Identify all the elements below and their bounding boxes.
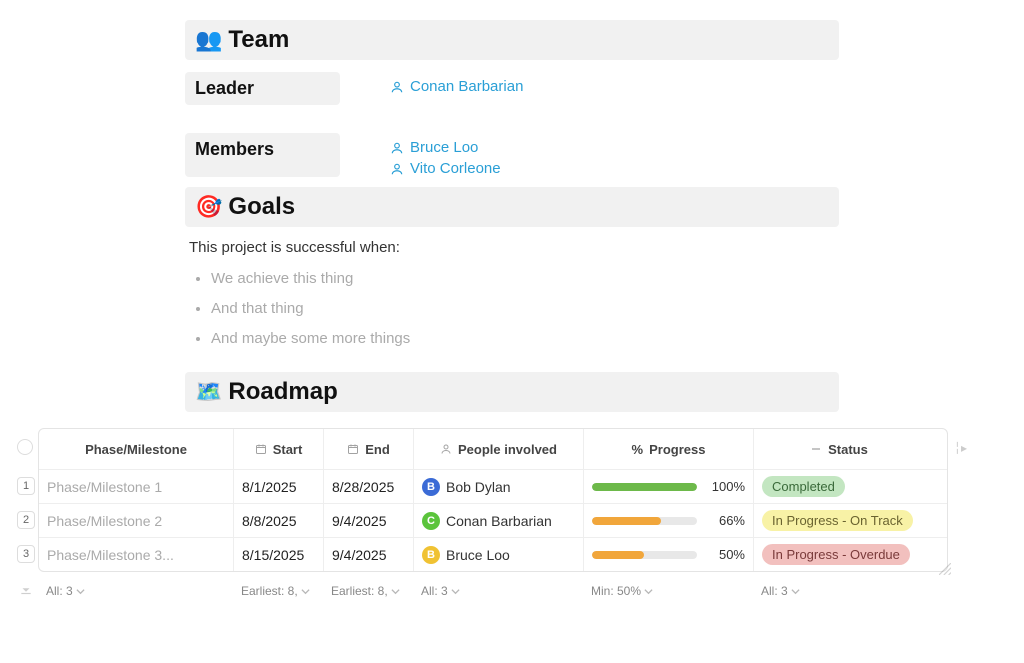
cell-end[interactable]: 9/4/2025 xyxy=(324,504,414,537)
col-people[interactable]: People involved xyxy=(414,429,584,469)
leader-label-box: Leader xyxy=(185,72,340,105)
table-row[interactable]: Phase/Milestone 3... 8/15/2025 9/4/2025 … xyxy=(39,537,947,571)
footer-end[interactable]: Earliest: 8, xyxy=(323,584,413,598)
section-goals-header: 🎯 Goals xyxy=(185,187,839,227)
col-status[interactable]: Status xyxy=(754,429,924,469)
cell-status[interactable]: In Progress - On Track xyxy=(754,504,924,537)
team-title: Team xyxy=(228,26,289,54)
progress-bar xyxy=(592,517,697,525)
select-all-circle[interactable] xyxy=(17,439,33,455)
resize-handle-icon[interactable] xyxy=(939,563,951,575)
person-name: Conan Barbarian xyxy=(446,513,552,529)
goal-item[interactable]: We achieve this thing xyxy=(211,264,839,294)
row-handle[interactable]: 1 xyxy=(17,477,35,495)
leader-label: Leader xyxy=(195,78,254,98)
chevron-down-icon xyxy=(451,587,460,596)
cell-phase[interactable]: Phase/Milestone 3... xyxy=(39,538,234,571)
status-pill: In Progress - On Track xyxy=(762,510,913,531)
chevron-down-icon xyxy=(644,587,653,596)
person-icon xyxy=(390,141,404,155)
status-pill: Completed xyxy=(762,476,845,497)
table-row[interactable]: Phase/Milestone 2 8/8/2025 9/4/2025 C Co… xyxy=(39,503,947,537)
footer-people[interactable]: All: 3 xyxy=(413,584,583,598)
leader-row: Leader Conan Barbarian xyxy=(185,72,839,105)
table-row[interactable]: Phase/Milestone 1 8/1/2025 8/28/2025 B B… xyxy=(39,469,947,503)
cell-end[interactable]: 8/28/2025 xyxy=(324,470,414,503)
members-label: Members xyxy=(195,139,274,159)
person-icon xyxy=(390,80,404,94)
cell-start[interactable]: 8/1/2025 xyxy=(234,470,324,503)
col-end[interactable]: End xyxy=(324,429,414,469)
percent-icon: % xyxy=(632,442,644,457)
avatar: B xyxy=(422,478,440,496)
col-progress[interactable]: % Progress xyxy=(584,429,754,469)
footer-phase[interactable]: All: 3 xyxy=(38,584,233,598)
members-label-box: Members xyxy=(185,133,340,177)
avatar: B xyxy=(422,546,440,564)
cell-start[interactable]: 8/8/2025 xyxy=(234,504,324,537)
chevron-down-icon xyxy=(791,587,800,596)
status-icon xyxy=(810,443,822,455)
roadmap-table: 1 2 3 ╎▸ Phase/Milestone Start End Peopl… xyxy=(38,428,948,572)
roadmap-emoji-icon: 🗺️ xyxy=(195,379,222,405)
progress-pct: 100% xyxy=(707,479,745,494)
goals-intro: This project is successful when: xyxy=(189,239,839,256)
leader-name: Conan Barbarian xyxy=(410,78,523,95)
goals-emoji-icon: 🎯 xyxy=(195,194,222,220)
expand-column-icon[interactable]: ╎▸ xyxy=(954,441,967,455)
person-name: Bruce Loo xyxy=(446,547,510,563)
table-footer: All: 3 Earliest: 8, Earliest: 8, All: 3 … xyxy=(38,572,948,602)
person-icon xyxy=(440,443,452,455)
cell-people[interactable]: B Bruce Loo xyxy=(414,538,584,571)
progress-pct: 66% xyxy=(707,513,745,528)
person-name: Bob Dylan xyxy=(446,479,511,495)
add-row-icon[interactable] xyxy=(19,583,33,597)
col-phase[interactable]: Phase/Milestone xyxy=(39,429,234,469)
cell-status[interactable]: In Progress - Overdue xyxy=(754,538,924,571)
cell-start[interactable]: 8/15/2025 xyxy=(234,538,324,571)
cell-status[interactable]: Completed xyxy=(754,470,924,503)
row-handle[interactable]: 3 xyxy=(17,545,35,563)
cell-progress[interactable]: 66% xyxy=(584,504,754,537)
goal-item[interactable]: And maybe some more things xyxy=(211,324,839,354)
person-icon xyxy=(390,162,404,176)
table-header: Phase/Milestone Start End People involve… xyxy=(39,429,947,469)
progress-pct: 50% xyxy=(707,547,745,562)
chevron-down-icon xyxy=(391,587,400,596)
avatar: C xyxy=(422,512,440,530)
team-emoji-icon: 👥 xyxy=(195,27,222,53)
cell-phase[interactable]: Phase/Milestone 2 xyxy=(39,504,234,537)
calendar-icon xyxy=(347,443,359,455)
status-pill: In Progress - Overdue xyxy=(762,544,910,565)
goal-item[interactable]: And that thing xyxy=(211,294,839,324)
chevron-down-icon xyxy=(301,587,310,596)
section-roadmap-header: 🗺️ Roadmap xyxy=(185,372,839,412)
footer-start[interactable]: Earliest: 8, xyxy=(233,584,323,598)
row-handle[interactable]: 2 xyxy=(17,511,35,529)
member-name: Vito Corleone xyxy=(410,160,501,177)
section-team-header: 👥 Team xyxy=(185,20,839,60)
goals-list: We achieve this thing And that thing And… xyxy=(185,264,839,354)
progress-bar xyxy=(592,483,697,491)
member-person-link[interactable]: Vito Corleone xyxy=(390,160,501,177)
goals-title: Goals xyxy=(228,193,295,221)
members-row: Members Bruce Loo Vito Corleone xyxy=(185,133,839,177)
cell-people[interactable]: C Conan Barbarian xyxy=(414,504,584,537)
cell-phase[interactable]: Phase/Milestone 1 xyxy=(39,470,234,503)
member-name: Bruce Loo xyxy=(410,139,478,156)
footer-progress[interactable]: Min: 50% xyxy=(583,584,753,598)
calendar-icon xyxy=(255,443,267,455)
cell-end[interactable]: 9/4/2025 xyxy=(324,538,414,571)
footer-status[interactable]: All: 3 xyxy=(753,584,923,598)
cell-people[interactable]: B Bob Dylan xyxy=(414,470,584,503)
roadmap-title: Roadmap xyxy=(228,378,337,406)
progress-bar xyxy=(592,551,697,559)
chevron-down-icon xyxy=(76,587,85,596)
cell-progress[interactable]: 100% xyxy=(584,470,754,503)
cell-progress[interactable]: 50% xyxy=(584,538,754,571)
member-person-link[interactable]: Bruce Loo xyxy=(390,139,501,156)
col-start[interactable]: Start xyxy=(234,429,324,469)
leader-person-link[interactable]: Conan Barbarian xyxy=(390,78,523,95)
